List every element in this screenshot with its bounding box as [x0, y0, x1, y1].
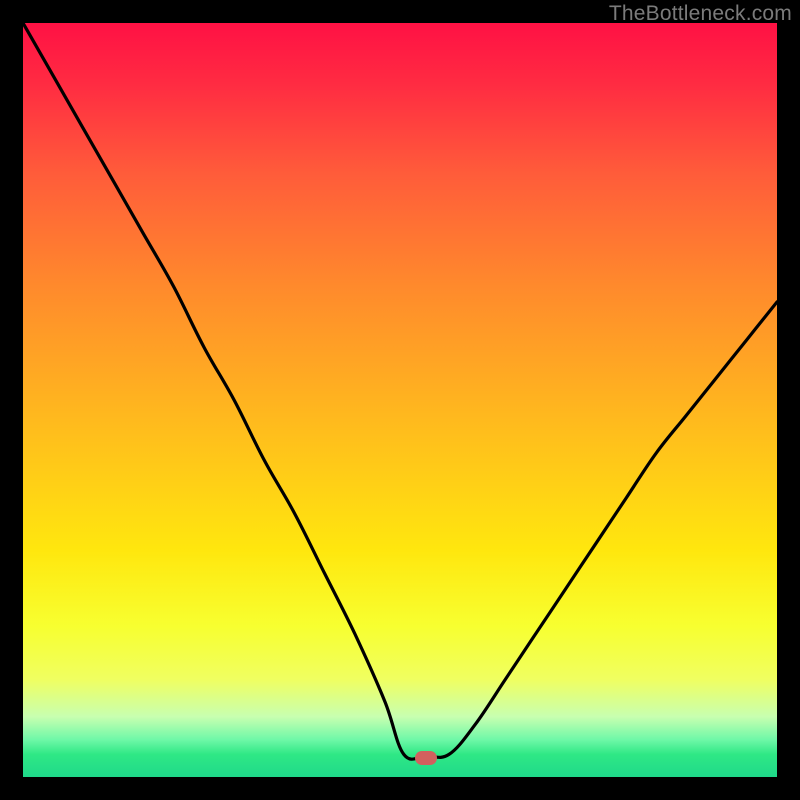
chart-frame: TheBottleneck.com — [0, 0, 800, 800]
curve-path — [23, 23, 777, 759]
plot-area — [23, 23, 777, 777]
watermark-text: TheBottleneck.com — [609, 2, 792, 26]
optimum-marker — [415, 751, 437, 765]
bottleneck-curve — [23, 23, 777, 777]
